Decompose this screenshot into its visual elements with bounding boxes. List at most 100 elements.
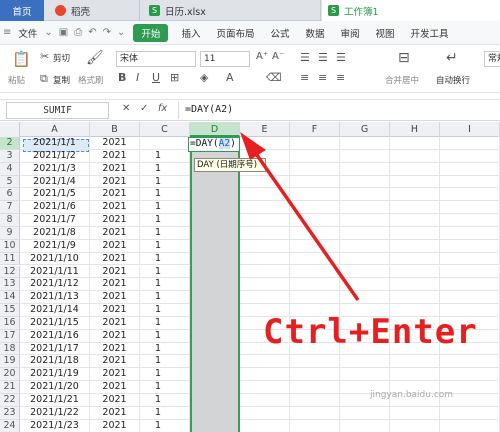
empty-cell[interactable] <box>240 226 290 240</box>
empty-cell[interactable] <box>290 226 340 240</box>
column-header-a[interactable]: A <box>20 122 90 137</box>
row-header[interactable]: 6 <box>0 188 20 202</box>
empty-cell[interactable] <box>290 394 340 407</box>
column-header-d[interactable]: D <box>190 122 240 137</box>
empty-cell[interactable] <box>440 175 500 189</box>
cell-b[interactable]: 2021 <box>90 355 140 369</box>
empty-cell[interactable] <box>390 201 440 215</box>
empty-cell[interactable] <box>440 137 500 150</box>
cell-a[interactable]: 2021/1/2 <box>20 149 90 163</box>
empty-cell[interactable] <box>240 278 290 292</box>
empty-cell[interactable] <box>340 406 390 420</box>
row-header[interactable]: 17 <box>0 329 20 343</box>
font-name-select[interactable]: 宋体 <box>116 51 196 67</box>
empty-cell[interactable] <box>440 239 500 253</box>
cell-a[interactable]: 2021/1/13 <box>20 291 90 305</box>
empty-cell[interactable] <box>390 419 440 432</box>
empty-cell[interactable] <box>290 252 340 266</box>
row-header[interactable]: 22 <box>0 394 20 407</box>
cell-b[interactable]: 2021 <box>90 175 140 189</box>
empty-cell[interactable] <box>340 355 390 369</box>
cell-b[interactable]: 2021 <box>90 137 140 150</box>
row-header[interactable]: 15 <box>0 304 20 317</box>
empty-cell[interactable] <box>390 226 440 240</box>
cell-b[interactable]: 2021 <box>90 291 140 305</box>
align-right-icon[interactable]: ≡ <box>336 71 345 84</box>
cell-c[interactable]: 1 <box>140 239 190 253</box>
row-header[interactable]: 3 <box>0 149 20 163</box>
empty-cell[interactable] <box>340 188 390 202</box>
tab-workbook[interactable]: S 工作簿1 <box>322 0 500 21</box>
wrap-icon[interactable]: ↵ <box>446 50 458 66</box>
save-icon[interactable]: ▣ <box>56 27 71 38</box>
cell-b[interactable]: 2021 <box>90 419 140 432</box>
empty-cell[interactable] <box>440 265 500 279</box>
empty-cell[interactable] <box>440 149 500 163</box>
select-all-corner[interactable] <box>0 122 20 137</box>
cell-editor-d2[interactable]: =DAY(A2) <box>188 137 240 152</box>
cell-a[interactable]: 2021/1/7 <box>20 214 90 227</box>
row-header[interactable]: 5 <box>0 175 20 189</box>
empty-cell[interactable] <box>340 278 390 292</box>
cell-c[interactable]: 1 <box>140 149 190 163</box>
cell-b[interactable]: 2021 <box>90 329 140 343</box>
empty-cell[interactable] <box>440 226 500 240</box>
row-header[interactable]: 7 <box>0 201 20 215</box>
cell-a[interactable]: 2021/1/9 <box>20 239 90 253</box>
empty-cell[interactable] <box>340 149 390 163</box>
empty-cell[interactable] <box>240 291 290 305</box>
empty-cell[interactable] <box>440 355 500 369</box>
cell-b[interactable]: 2021 <box>90 226 140 240</box>
empty-cell[interactable] <box>290 214 340 227</box>
empty-cell[interactable] <box>290 149 340 163</box>
row-header[interactable]: 23 <box>0 406 20 420</box>
empty-cell[interactable] <box>390 278 440 292</box>
menu-insert[interactable]: 插入 <box>177 26 204 40</box>
cell-b[interactable]: 2021 <box>90 162 140 176</box>
empty-cell[interactable] <box>290 175 340 189</box>
cell-a[interactable]: 2021/1/16 <box>20 329 90 343</box>
empty-cell[interactable] <box>340 239 390 253</box>
cell-a[interactable]: 2021/1/21 <box>20 394 90 407</box>
empty-cell[interactable] <box>240 265 290 279</box>
empty-cell[interactable] <box>390 291 440 305</box>
empty-cell[interactable] <box>390 252 440 266</box>
undo-icon[interactable]: ↶ <box>85 27 99 38</box>
tab-calendar-file[interactable]: S 日历.xlsx <box>141 0 321 21</box>
cell-a[interactable]: 2021/1/14 <box>20 304 90 317</box>
cell-b[interactable]: 2021 <box>90 316 140 330</box>
cell-c[interactable]: 1 <box>140 188 190 202</box>
row-header[interactable]: 4 <box>0 162 20 176</box>
cell-a[interactable]: 2021/1/15 <box>20 316 90 330</box>
empty-cell[interactable] <box>240 394 290 407</box>
empty-cell[interactable] <box>390 137 440 150</box>
redo-icon[interactable]: ↷ <box>100 27 114 38</box>
empty-cell[interactable] <box>240 252 290 266</box>
empty-cell[interactable] <box>240 239 290 253</box>
row-header[interactable]: 12 <box>0 265 20 279</box>
empty-cell[interactable] <box>340 175 390 189</box>
empty-cell[interactable] <box>240 214 290 227</box>
cell-c[interactable]: 1 <box>140 304 190 317</box>
column-header-h[interactable]: H <box>390 122 440 137</box>
column-header-i[interactable]: I <box>440 122 500 137</box>
cell-b[interactable]: 2021 <box>90 201 140 215</box>
empty-cell[interactable] <box>290 381 340 394</box>
cell-a[interactable]: 2021/1/22 <box>20 406 90 420</box>
clear-icon[interactable]: ⌫ <box>266 71 282 84</box>
cell-c[interactable]: 1 <box>140 316 190 330</box>
row-header[interactable]: 2 <box>0 137 20 150</box>
empty-cell[interactable] <box>440 368 500 382</box>
cell-b[interactable]: 2021 <box>90 394 140 407</box>
empty-cell[interactable] <box>240 137 290 150</box>
cell-c[interactable]: 1 <box>140 252 190 266</box>
empty-cell[interactable] <box>340 368 390 382</box>
empty-cell[interactable] <box>340 291 390 305</box>
cell-b[interactable]: 2021 <box>90 406 140 420</box>
empty-cell[interactable] <box>340 252 390 266</box>
cell-a[interactable]: 2021/1/8 <box>20 226 90 240</box>
cell-a[interactable]: 2021/1/20 <box>20 381 90 394</box>
cell-c[interactable]: 1 <box>140 214 190 227</box>
cell-a[interactable]: 2021/1/4 <box>20 175 90 189</box>
empty-cell[interactable] <box>290 239 340 253</box>
